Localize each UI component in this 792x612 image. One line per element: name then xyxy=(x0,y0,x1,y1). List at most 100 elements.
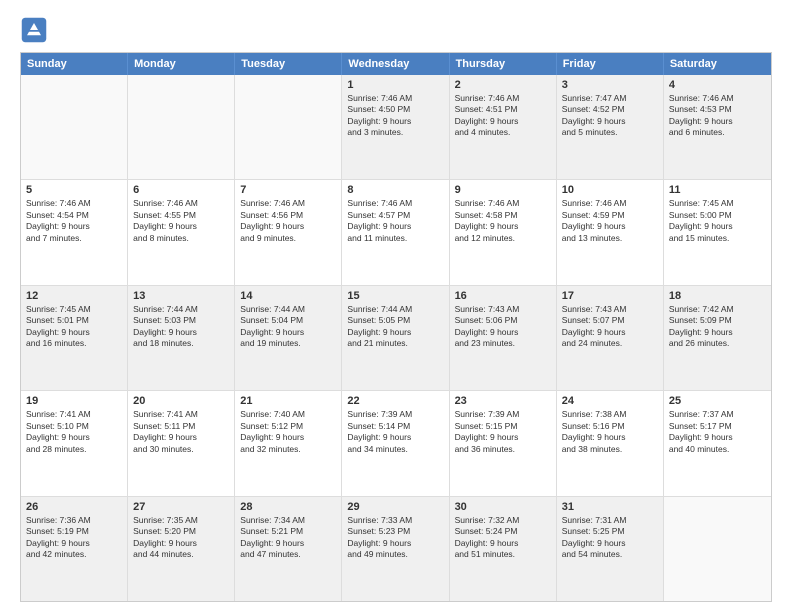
calendar-day-15: 15Sunrise: 7:44 AM Sunset: 5:05 PM Dayli… xyxy=(342,286,449,390)
day-info: Sunrise: 7:46 AM Sunset: 4:59 PM Dayligh… xyxy=(562,198,658,244)
logo-icon xyxy=(20,16,48,44)
calendar-day-10: 10 Sunrise: 7:46 AM Sunset: 4:59 PM Dayli… xyxy=(557,180,664,284)
header-day-friday: Friday xyxy=(557,53,664,75)
calendar-cell-empty xyxy=(21,75,128,179)
day-info: Sunrise: 7:32 AM Sunset: 5:24 PM Dayligh… xyxy=(455,515,551,561)
calendar-day-2: 2Sunrise: 7:46 AM Sunset: 4:51 PM Daylig… xyxy=(450,75,557,179)
calendar-week-1: 1Sunrise: 7:46 AM Sunset: 4:50 PM Daylig… xyxy=(21,75,771,179)
day-number: 14 xyxy=(240,290,336,302)
calendar-day-9: 9 Sunrise: 7:46 AM Sunset: 4:58 PM Daylig… xyxy=(450,180,557,284)
day-number: 27 xyxy=(133,501,229,513)
day-info: Sunrise: 7:39 AM Sunset: 5:14 PM Dayligh… xyxy=(347,409,443,455)
day-info: Sunrise: 7:46 AM Sunset: 4:57 PM Dayligh… xyxy=(347,198,443,244)
day-number: 23 xyxy=(455,395,551,407)
day-info: Sunrise: 7:47 AM Sunset: 4:52 PM Dayligh… xyxy=(562,93,658,139)
day-info: Sunrise: 7:34 AM Sunset: 5:21 PM Dayligh… xyxy=(240,515,336,561)
header-day-monday: Monday xyxy=(128,53,235,75)
calendar-day-26: 26Sunrise: 7:36 AM Sunset: 5:19 PM Dayli… xyxy=(21,497,128,601)
calendar-week-3: 12Sunrise: 7:45 AM Sunset: 5:01 PM Dayli… xyxy=(21,285,771,390)
calendar-week-4: 19 Sunrise: 7:41 AM Sunset: 5:10 PM Dayli… xyxy=(21,390,771,495)
calendar-day-20: 20 Sunrise: 7:41 AM Sunset: 5:11 PM Dayli… xyxy=(128,391,235,495)
calendar-cell-empty xyxy=(128,75,235,179)
day-info: Sunrise: 7:42 AM Sunset: 5:09 PM Dayligh… xyxy=(669,304,766,350)
calendar-day-14: 14 Sunrise: 7:44 AM Sunset: 5:04 PM Dayli… xyxy=(235,286,342,390)
day-info: Sunrise: 7:46 AM Sunset: 4:56 PM Dayligh… xyxy=(240,198,336,244)
day-number: 13 xyxy=(133,290,229,302)
day-number: 25 xyxy=(669,395,766,407)
logo xyxy=(20,16,52,44)
day-info: Sunrise: 7:46 AM Sunset: 4:53 PM Dayligh… xyxy=(669,93,766,139)
day-info: Sunrise: 7:46 AM Sunset: 4:54 PM Dayligh… xyxy=(26,198,122,244)
day-number: 3 xyxy=(562,79,658,91)
day-info: Sunrise: 7:35 AM Sunset: 5:20 PM Dayligh… xyxy=(133,515,229,561)
header-day-thursday: Thursday xyxy=(450,53,557,75)
calendar-day-21: 21 Sunrise: 7:40 AM Sunset: 5:12 PM Dayli… xyxy=(235,391,342,495)
day-info: Sunrise: 7:45 AM Sunset: 5:01 PM Dayligh… xyxy=(26,304,122,350)
calendar-day-3: 3 Sunrise: 7:47 AM Sunset: 4:52 PM Daylig… xyxy=(557,75,664,179)
day-number: 16 xyxy=(455,290,551,302)
day-number: 28 xyxy=(240,501,336,513)
day-number: 30 xyxy=(455,501,551,513)
day-info: Sunrise: 7:44 AM Sunset: 5:04 PM Dayligh… xyxy=(240,304,336,350)
calendar-day-24: 24 Sunrise: 7:38 AM Sunset: 5:16 PM Dayli… xyxy=(557,391,664,495)
day-number: 31 xyxy=(562,501,658,513)
day-info: Sunrise: 7:46 AM Sunset: 4:58 PM Dayligh… xyxy=(455,198,551,244)
calendar-day-23: 23 Sunrise: 7:39 AM Sunset: 5:15 PM Dayli… xyxy=(450,391,557,495)
calendar-day-22: 22 Sunrise: 7:39 AM Sunset: 5:14 PM Dayli… xyxy=(342,391,449,495)
calendar-cell-empty xyxy=(235,75,342,179)
calendar-day-30: 30 Sunrise: 7:32 AM Sunset: 5:24 PM Dayli… xyxy=(450,497,557,601)
calendar: SundayMondayTuesdayWednesdayThursdayFrid… xyxy=(20,52,772,602)
day-number: 10 xyxy=(562,184,658,196)
day-info: Sunrise: 7:43 AM Sunset: 5:06 PM Dayligh… xyxy=(455,304,551,350)
day-info: Sunrise: 7:33 AM Sunset: 5:23 PM Dayligh… xyxy=(347,515,443,561)
day-number: 18 xyxy=(669,290,766,302)
header xyxy=(20,16,772,44)
calendar-day-18: 18 Sunrise: 7:42 AM Sunset: 5:09 PM Dayli… xyxy=(664,286,771,390)
calendar-day-7: 7 Sunrise: 7:46 AM Sunset: 4:56 PM Daylig… xyxy=(235,180,342,284)
day-number: 21 xyxy=(240,395,336,407)
day-info: Sunrise: 7:39 AM Sunset: 5:15 PM Dayligh… xyxy=(455,409,551,455)
day-number: 15 xyxy=(347,290,443,302)
calendar-day-4: 4 Sunrise: 7:46 AM Sunset: 4:53 PM Daylig… xyxy=(664,75,771,179)
header-day-sunday: Sunday xyxy=(21,53,128,75)
calendar-day-8: 8 Sunrise: 7:46 AM Sunset: 4:57 PM Daylig… xyxy=(342,180,449,284)
calendar-day-12: 12Sunrise: 7:45 AM Sunset: 5:01 PM Dayli… xyxy=(21,286,128,390)
day-info: Sunrise: 7:36 AM Sunset: 5:19 PM Dayligh… xyxy=(26,515,122,561)
calendar-week-5: 26Sunrise: 7:36 AM Sunset: 5:19 PM Dayli… xyxy=(21,496,771,601)
day-info: Sunrise: 7:41 AM Sunset: 5:11 PM Dayligh… xyxy=(133,409,229,455)
day-info: Sunrise: 7:44 AM Sunset: 5:03 PM Dayligh… xyxy=(133,304,229,350)
header-day-tuesday: Tuesday xyxy=(235,53,342,75)
day-number: 19 xyxy=(26,395,122,407)
calendar-day-17: 17Sunrise: 7:43 AM Sunset: 5:07 PM Dayli… xyxy=(557,286,664,390)
day-info: Sunrise: 7:41 AM Sunset: 5:10 PM Dayligh… xyxy=(26,409,122,455)
day-info: Sunrise: 7:40 AM Sunset: 5:12 PM Dayligh… xyxy=(240,409,336,455)
calendar-cell-empty xyxy=(664,497,771,601)
day-number: 1 xyxy=(347,79,443,91)
calendar-day-11: 11Sunrise: 7:45 AM Sunset: 5:00 PM Dayli… xyxy=(664,180,771,284)
calendar-day-19: 19 Sunrise: 7:41 AM Sunset: 5:10 PM Dayli… xyxy=(21,391,128,495)
day-number: 8 xyxy=(347,184,443,196)
day-number: 4 xyxy=(669,79,766,91)
calendar-body: 1Sunrise: 7:46 AM Sunset: 4:50 PM Daylig… xyxy=(21,75,771,601)
calendar-day-28: 28 Sunrise: 7:34 AM Sunset: 5:21 PM Dayli… xyxy=(235,497,342,601)
day-number: 2 xyxy=(455,79,551,91)
day-info: Sunrise: 7:31 AM Sunset: 5:25 PM Dayligh… xyxy=(562,515,658,561)
day-info: Sunrise: 7:43 AM Sunset: 5:07 PM Dayligh… xyxy=(562,304,658,350)
day-number: 24 xyxy=(562,395,658,407)
calendar-day-29: 29Sunrise: 7:33 AM Sunset: 5:23 PM Dayli… xyxy=(342,497,449,601)
day-info: Sunrise: 7:46 AM Sunset: 4:55 PM Dayligh… xyxy=(133,198,229,244)
header-day-wednesday: Wednesday xyxy=(342,53,449,75)
calendar-day-25: 25Sunrise: 7:37 AM Sunset: 5:17 PM Dayli… xyxy=(664,391,771,495)
day-info: Sunrise: 7:38 AM Sunset: 5:16 PM Dayligh… xyxy=(562,409,658,455)
calendar-day-1: 1Sunrise: 7:46 AM Sunset: 4:50 PM Daylig… xyxy=(342,75,449,179)
day-number: 11 xyxy=(669,184,766,196)
calendar-week-2: 5Sunrise: 7:46 AM Sunset: 4:54 PM Daylig… xyxy=(21,179,771,284)
calendar-header: SundayMondayTuesdayWednesdayThursdayFrid… xyxy=(21,53,771,75)
calendar-day-31: 31 Sunrise: 7:31 AM Sunset: 5:25 PM Dayli… xyxy=(557,497,664,601)
calendar-day-13: 13 Sunrise: 7:44 AM Sunset: 5:03 PM Dayli… xyxy=(128,286,235,390)
day-number: 9 xyxy=(455,184,551,196)
day-number: 7 xyxy=(240,184,336,196)
day-number: 20 xyxy=(133,395,229,407)
day-number: 22 xyxy=(347,395,443,407)
page: SundayMondayTuesdayWednesdayThursdayFrid… xyxy=(0,0,792,612)
